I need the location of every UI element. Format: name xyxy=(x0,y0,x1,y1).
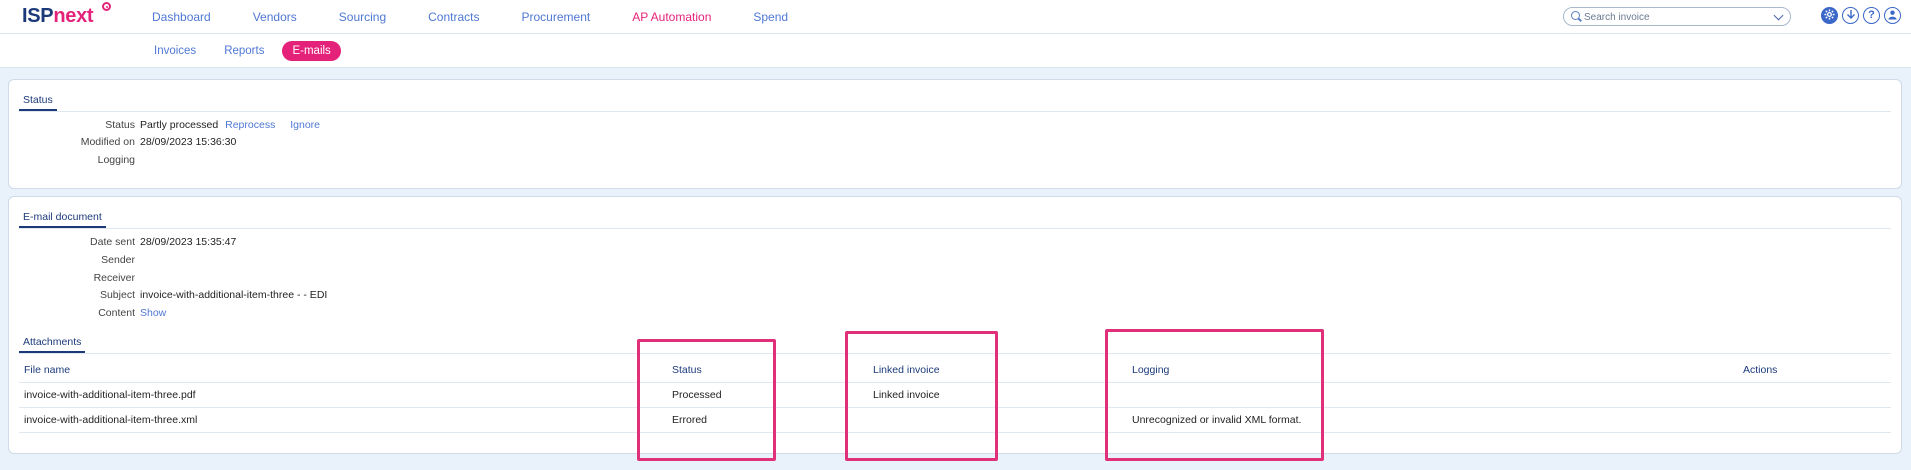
app-logo[interactable]: ISPnext xyxy=(22,5,94,27)
divider xyxy=(19,228,1891,229)
ignore-link[interactable]: Ignore xyxy=(290,119,320,131)
search-box[interactable] xyxy=(1563,7,1791,26)
tab-e-mails[interactable]: E-mails xyxy=(282,41,341,61)
highlight-box-linked-invoice-column xyxy=(845,331,998,461)
status-value-row: Partly processed Reprocess Ignore xyxy=(140,119,320,131)
gear-icon[interactable] xyxy=(1821,7,1838,24)
modified-on-value: 28/09/2023 15:36:30 xyxy=(140,136,237,148)
main-nav: Dashboard Vendors Sourcing Contracts Pro… xyxy=(152,0,830,34)
status-label: Status xyxy=(105,119,135,131)
subject-label: Subject xyxy=(99,289,135,301)
sub-bar: Invoices Reports E-mails xyxy=(0,34,1911,68)
column-header-actions: Actions xyxy=(1743,364,1778,376)
help-icon[interactable]: ? xyxy=(1863,7,1880,24)
email-section-title: E-mail document xyxy=(19,211,106,228)
modified-on-label: Modified on xyxy=(80,136,135,148)
nav-ap-automation[interactable]: AP Automation xyxy=(632,10,711,24)
download-icon[interactable] xyxy=(1842,7,1859,24)
nav-contracts[interactable]: Contracts xyxy=(428,10,479,24)
nav-spend[interactable]: Spend xyxy=(753,10,788,24)
sender-label: Sender xyxy=(101,254,135,266)
attachments-section-title: Attachments xyxy=(19,336,86,353)
nav-sourcing[interactable]: Sourcing xyxy=(339,10,386,24)
chevron-down-icon[interactable] xyxy=(1773,10,1784,21)
logo-ring-icon xyxy=(102,2,111,11)
logo-part2: next xyxy=(53,5,94,27)
logging-label: Logging xyxy=(97,154,135,166)
highlight-box-status-column xyxy=(637,339,776,461)
search-icon xyxy=(1571,11,1580,20)
divider xyxy=(19,111,1891,112)
user-icon[interactable] xyxy=(1884,7,1901,24)
search-input[interactable] xyxy=(1584,10,1764,24)
nav-dashboard[interactable]: Dashboard xyxy=(152,10,211,24)
top-bar: ISPnext Dashboard Vendors Sourcing Contr… xyxy=(0,0,1911,34)
sub-nav: Invoices Reports E-mails xyxy=(144,41,349,61)
status-value: Partly processed xyxy=(140,119,219,131)
date-sent-label: Date sent xyxy=(90,236,135,248)
attachment-file-link[interactable]: invoice-with-additional-item-three.pdf xyxy=(24,389,196,401)
date-sent-value: 28/09/2023 15:35:47 xyxy=(140,236,237,248)
nav-procurement[interactable]: Procurement xyxy=(522,10,591,24)
content-label: Content xyxy=(98,307,135,319)
show-content-link[interactable]: Show xyxy=(140,307,166,319)
logo-part1: ISP xyxy=(22,5,54,27)
receiver-label: Receiver xyxy=(93,272,135,284)
subject-value: invoice-with-additional-item-three - - E… xyxy=(140,289,328,301)
status-panel: Status Status Partly processed Reprocess… xyxy=(8,79,1902,189)
reprocess-link[interactable]: Reprocess xyxy=(225,119,275,131)
tab-reports[interactable]: Reports xyxy=(214,41,274,61)
attachment-file-link[interactable]: invoice-with-additional-item-three.xml xyxy=(24,414,197,426)
highlight-box-logging-column xyxy=(1105,329,1324,461)
tab-invoices[interactable]: Invoices xyxy=(144,41,206,61)
column-header-file-name[interactable]: File name xyxy=(24,364,70,376)
status-section-title: Status xyxy=(19,94,57,111)
nav-vendors[interactable]: Vendors xyxy=(253,10,297,24)
